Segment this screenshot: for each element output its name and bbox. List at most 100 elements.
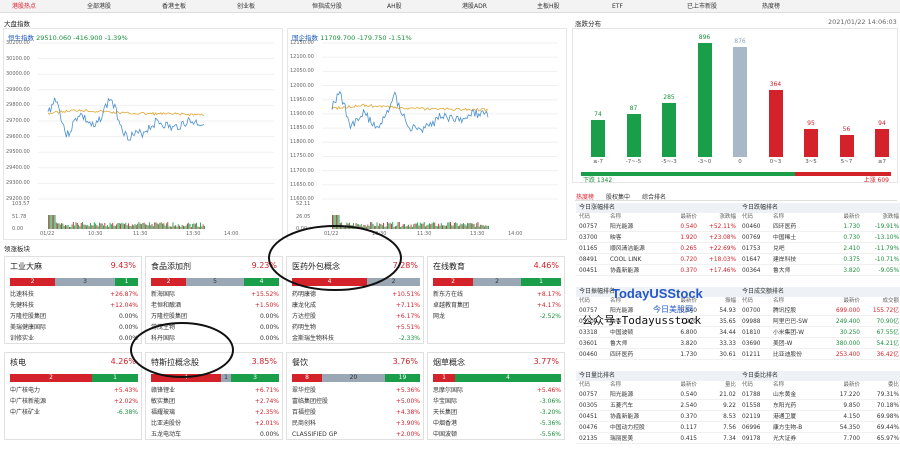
distribution-bar[interactable] [804,129,818,157]
sector-stock-row[interactable]: 训修实业 0.00% [10,334,138,344]
sector-stock-row[interactable] [10,419,138,429]
table-row[interactable]: 01810 小米集团-W 30.250 67.55亿 [739,328,900,338]
table-row[interactable]: 00305 五菱汽车 2.540 9.22 [576,401,739,411]
sector-stock-row[interactable]: 万隆控股集团 0.00% [10,312,138,322]
table-row[interactable]: 03601 鲁大师 3.820 33.33 [576,339,739,349]
sector-title: 餐饮 [292,358,308,367]
table-row[interactable]: 01165 顺风清洁能源 0.265 +22.69% [576,244,739,254]
table-row[interactable]: 00460 四环医药 1.730 -19.91% [739,222,900,232]
volume-bar [196,222,198,229]
sector-stock-row[interactable]: 新海国际 +15.52% [151,290,279,300]
sector-stock-row[interactable]: 中烟香港 -5.36% [433,419,561,429]
sector-card[interactable]: 工业大麻 9.43% 2 3 1 比速科技 +26.87% 先健科技 +12.04% 万隆控股集团… [4,256,142,344]
table-row[interactable]: 03690 美团-W 380.000 54.21亿 [739,339,900,349]
table-row[interactable]: 03700 映客 1.920 +23.08% [576,233,739,243]
table-row[interactable]: 06996 康方生物-B 54.350 69.44% [739,423,900,433]
table-row[interactable]: 02119 港通卫厦 4.150 69.98% [739,412,900,422]
sector-stock-row[interactable]: 方达控股 +6.17% [292,312,420,322]
table-row[interactable]: 09988 阿里巴巴-SW 249.400 70.90亿 [739,317,900,327]
sector-card[interactable]: 核电 4.26% 2 1 中广核电力 +5.43% 中广核新能源 +2.02% 中广核矿业 -6.… [4,352,142,440]
table-row[interactable]: 00757 阳光能源 0.540 +52.11% [576,222,739,232]
distribution-bar[interactable] [697,43,712,157]
sector-stock-row[interactable]: 民商创科 +3.90% [292,419,420,429]
sector-stock-row[interactable]: 网龙 -2.52% [433,312,561,322]
distribution-bar[interactable] [875,129,889,157]
sector-stock-row[interactable] [433,323,561,333]
sector-stock-row[interactable]: 比速科技 +26.87% [10,290,138,300]
volume-bar [460,223,462,229]
table-row[interactable]: 01558 东阳光药 9.850 70.18% [739,401,900,411]
distribution-bar[interactable] [626,114,641,157]
sector-stock-row[interactable] [10,430,138,440]
sector-stock-row[interactable]: 富临集团控股 +5.00% [292,397,420,407]
table-row[interactable]: 08491 COOL LINK 0.720 +18.03% [576,255,739,265]
sector-stock-row[interactable]: 福耀玻璃 +2.35% [151,408,279,418]
sector-stock-row[interactable] [433,334,561,344]
table-row[interactable]: 00769 中国稀土 0.730 -13.10% [739,233,900,243]
sector-stock-row[interactable]: 中广核矿业 -6.38% [10,408,138,418]
distribution-bar[interactable] [591,120,605,157]
sector-stock-row[interactable]: 思摩尔国际 +5.46% [433,386,561,396]
sector-stock-row[interactable]: 新东方在线 +8.17% [433,290,561,300]
distribution-bar[interactable] [662,103,676,157]
sector-stock-row[interactable]: 先健科技 +12.04% [10,301,138,311]
tab-7[interactable]: 主板H股 [525,0,600,12]
volume-bar [158,224,160,229]
sector-stock-row[interactable]: 天长集团 -3.20% [433,408,561,418]
table-row[interactable]: 00476 中国动力控股 0.117 7.56 [576,423,739,433]
tab-0[interactable]: 港股热点 [0,0,75,12]
sector-stock-row[interactable]: 赣锋锂业 +6.71% [151,386,279,396]
table-row[interactable]: 01647 建岸科技 0.375 -10.71% [739,255,900,265]
sector-card[interactable]: 烟草概念 3.77% 1 4 思摩尔国际 +5.46% 华宝国际 -3.06% 天长集团 -3.2… [427,352,565,440]
tab-1[interactable]: 全部港股 [75,0,150,12]
tab-10[interactable]: 热度榜 [750,0,825,12]
sector-stock-row[interactable]: 五龙电动车 0.00% [151,430,279,440]
sector-stock-row[interactable]: 老恒和酿酒 +1.50% [151,301,279,311]
table-row[interactable]: 01753 兑吧 2.410 -11.79% [739,244,900,254]
sector-stock-row[interactable]: 中国波顿 -5.56% [433,430,561,440]
volume-bar [442,225,444,229]
sector-card[interactable]: 餐饮 3.76% 8 20 19 翠华控股 +5.36% 富临集团控股 +5.00% 百福控股 +4… [286,352,424,440]
sector-stock-row[interactable]: 美瑞健康国际 0.00% [10,323,138,333]
stock-name: 富临集团控股 [292,398,329,405]
tab-4[interactable]: 恒指成分股 [300,0,375,12]
sector-stock-row[interactable]: 华宝国际 -3.06% [433,397,561,407]
sector-stock-row[interactable]: 中广核新能源 +2.02% [10,397,138,407]
table-row[interactable]: 00460 四环医药 1.730 30.61 [576,350,739,360]
distribution-bar[interactable] [733,47,747,157]
sector-stock-row[interactable]: CLASSIFIED GP +2.00% [292,430,420,440]
distribution-bar[interactable] [768,90,783,157]
table-row[interactable]: 01211 比亚迪股份 253.400 36.42亿 [739,350,900,360]
tab-6[interactable]: 港股ADR [450,0,525,12]
sector-stock-row[interactable]: 金斯瑞生物科技 -2.33% [292,334,420,344]
tab-2[interactable]: 香港主板 [150,0,225,12]
hsi-chart[interactable]: 恒生指数 29510.060 -416.900 -1.39% 30200.00 3… [3,28,283,240]
hscei-chart[interactable]: 国企指数 11709.700 -179.750 -1.51% 12150.00 1… [287,28,567,240]
sector-stock-row[interactable]: 百福控股 +4.38% [292,408,420,418]
volume-bar [121,222,123,229]
sector-stock-row[interactable]: 卓越教育集团 +4.17% [433,301,561,311]
sector-stock-row[interactable]: 翠华控股 +5.36% [292,386,420,396]
tab-3[interactable]: 创业板 [225,0,300,12]
table-row[interactable]: 01788 山东黄金 17.220 79.31% [739,390,900,400]
volume-bar [147,225,149,229]
sector-stock-row[interactable]: 敏实集团 +2.74% [151,397,279,407]
tab-5[interactable]: AH股 [375,0,450,12]
tab-9[interactable]: 已上市新股 [675,0,750,12]
volume-bar [183,225,184,229]
table-row[interactable]: 00451 协鑫新能源 0.370 8.53 [576,412,739,422]
tab-8[interactable]: ETF [600,0,675,12]
distribution-bar[interactable] [839,135,854,157]
table-row[interactable]: 03318 中国波顿 6.800 34.44 [576,328,739,338]
table-row[interactable]: 00451 协鑫新能源 0.370 +17.46% [576,266,739,276]
table-row[interactable]: 00757 阳光能源 0.540 21.02 [576,390,739,400]
sector-stock-row[interactable]: 康龙化成 +7.11% [292,301,420,311]
table-row[interactable]: 00364 鲁大师 3.820 -9.05% [739,266,900,276]
sector-card[interactable]: 在线教育 4.46% 2 2 1 新东方在线 +8.17% 卓越教育集团 +4.17% 网龙 -2.… [427,256,565,344]
sector-stock-row[interactable]: 中广核电力 +5.43% [10,386,138,396]
table-row[interactable]: 00700 腾讯控股 699.000 155.72亿 [739,306,900,316]
sector-stock-row[interactable]: 药明生物 +5.51% [292,323,420,333]
sector-stock-row[interactable]: 比亚迪股份 +2.01% [151,419,279,429]
table-row[interactable]: 02135 瑞丽医美 0.415 7.34 [576,434,739,444]
table-row[interactable]: 09178 光大证券 7.700 65.97% [739,434,900,444]
